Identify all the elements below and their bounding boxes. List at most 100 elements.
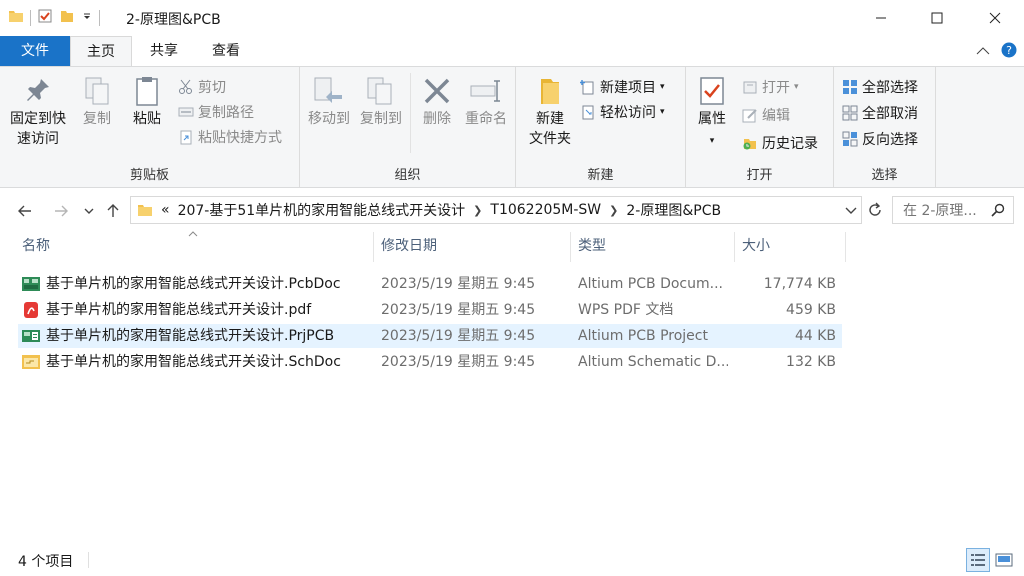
ribbon: 固定到快 速访问 复制 粘贴 剪切 复制路径 粘贴快捷方式 剪贴板 移动到 复制… (0, 66, 1024, 188)
tab-home[interactable]: 主页 (70, 36, 132, 66)
select-all-label: 全部选择 (862, 80, 918, 96)
new-item-button[interactable]: 新建项目 ▾ (580, 77, 665, 97)
file-size: 132 KB (786, 354, 836, 370)
file-name-cell: 基于单片机的家用智能总线式开关设计.pdf (22, 298, 372, 322)
copy-to-button[interactable]: 复制到 (356, 73, 406, 129)
paste-shortcut-button[interactable]: 粘贴快捷方式 (178, 127, 282, 147)
file-date: 2023/5/19 星期五 9:45 (381, 354, 536, 370)
chevron-right-icon[interactable]: ❯ (473, 204, 482, 217)
refresh-button[interactable] (864, 199, 886, 221)
arrow-up-icon (107, 204, 119, 217)
address-bar[interactable]: « 207-基于51单片机的家用智能总线式开关设计 ❯ T1062205M-SW… (130, 196, 862, 224)
maximize-button[interactable] (914, 0, 960, 36)
history-button[interactable]: 历史记录 (742, 133, 818, 153)
file-date: 2023/5/19 星期五 9:45 (381, 302, 536, 318)
delete-button[interactable]: 删除 (416, 73, 458, 129)
column-header-size[interactable]: 大小 (742, 230, 842, 262)
easy-access-button[interactable]: 轻松访问 ▾ (580, 102, 665, 122)
column-divider[interactable] (845, 232, 846, 262)
select-none-button[interactable]: 全部取消 (842, 103, 918, 123)
file-name-cell: 基于单片机的家用智能总线式开关设计.PrjPCB (22, 324, 372, 348)
column-divider[interactable] (570, 232, 571, 262)
file-row[interactable]: 基于单片机的家用智能总线式开关设计.SchDoc 2023/5/19 星期五 9… (18, 350, 842, 374)
qat-divider (99, 10, 100, 26)
invert-selection-button[interactable]: 反向选择 (842, 129, 918, 149)
column-divider[interactable] (734, 232, 735, 262)
copy-path-button[interactable]: 复制路径 (178, 102, 254, 122)
history-icon (743, 139, 756, 150)
pin-label-line2: 速访问 (17, 131, 59, 147)
file-date: 2023/5/19 星期五 9:45 (381, 276, 536, 292)
address-history-dropdown[interactable] (845, 205, 857, 220)
column-divider[interactable] (373, 232, 374, 262)
file-row[interactable]: 基于单片机的家用智能总线式开关设计.pdf 2023/5/19 星期五 9:45… (18, 298, 842, 322)
copy-path-label: 复制路径 (198, 105, 254, 121)
invert-selection-icon (842, 131, 858, 147)
recent-locations-button[interactable] (78, 200, 100, 222)
open-button[interactable]: 打开 ▾ (742, 77, 799, 97)
rename-button[interactable]: 重命名 (460, 73, 512, 129)
back-button[interactable] (14, 200, 36, 222)
pin-label-line1: 固定到快 (10, 111, 66, 127)
tab-share[interactable]: 共享 (136, 36, 192, 66)
file-row[interactable]: 基于单片机的家用智能总线式开关设计.PcbDoc 2023/5/19 星期五 9… (18, 272, 842, 296)
file-name: 基于单片机的家用智能总线式开关设计.pdf (46, 302, 312, 318)
arrow-left-icon (18, 205, 31, 217)
file-type: WPS PDF 文档 (578, 302, 674, 318)
column-header-name[interactable]: 名称 (22, 230, 372, 262)
customize-qat-icon[interactable] (81, 10, 93, 26)
new-folder-label-line1: 新建 (536, 111, 564, 127)
search-icon[interactable] (991, 203, 1005, 221)
edit-button[interactable]: 编辑 (742, 105, 790, 125)
file-type: Altium PCB Project (578, 328, 708, 344)
move-to-button[interactable]: 移动到 (304, 73, 354, 129)
new-folder-qat-icon[interactable] (59, 8, 75, 28)
file-type: Altium Schematic D... (578, 354, 728, 370)
breadcrumb-item[interactable]: T1062205M-SW (490, 202, 601, 218)
scissors-icon (179, 79, 192, 94)
chevron-down-icon: ▾ (660, 82, 665, 92)
column-header-date[interactable]: 修改日期 (381, 230, 561, 262)
easy-access-label: 轻松访问 (600, 105, 656, 121)
copy-button[interactable]: 复制 (76, 73, 118, 129)
pdf-icon (24, 302, 38, 318)
select-none-label: 全部取消 (862, 106, 918, 122)
open-group-label: 打开 (746, 168, 773, 183)
edit-icon (742, 109, 757, 123)
pin-quick-access-button[interactable]: 固定到快 速访问 (4, 73, 72, 149)
breadcrumb-item[interactable]: 2-原理图&PCB (626, 200, 721, 220)
chevron-right-icon[interactable]: ❯ (609, 204, 618, 217)
paste-shortcut-label: 粘贴快捷方式 (198, 130, 282, 146)
select-all-button[interactable]: 全部选择 (842, 77, 918, 97)
search-input[interactable] (901, 198, 997, 224)
cut-button[interactable]: 剪切 (178, 77, 226, 97)
help-icon[interactable]: ? (1001, 42, 1017, 62)
details-view-button[interactable] (966, 548, 990, 572)
close-button[interactable] (972, 0, 1018, 36)
minimize-button[interactable] (858, 0, 904, 36)
large-icons-view-button[interactable] (992, 548, 1016, 572)
column-header-type[interactable]: 类型 (578, 230, 728, 262)
clipboard-group-label: 剪贴板 (129, 168, 169, 183)
breadcrumb-item[interactable]: 207-基于51单片机的家用智能总线式开关设计 (178, 200, 466, 220)
up-button[interactable] (102, 200, 124, 222)
breadcrumb-overflow[interactable]: « (161, 202, 170, 218)
properties-button[interactable]: 属性 ▾ (692, 73, 732, 151)
chevron-down-icon: ▾ (660, 107, 665, 117)
move-to-icon (314, 77, 342, 103)
tab-view[interactable]: 查看 (198, 36, 254, 66)
open-label: 打开 (762, 80, 790, 96)
refresh-icon (869, 202, 881, 216)
select-group-label: 选择 (871, 168, 898, 183)
paste-label: 粘贴 (133, 111, 161, 127)
quick-access-toolbar (8, 8, 100, 28)
properties-qat-icon[interactable] (37, 8, 53, 28)
new-folder-button[interactable]: 新建 文件夹 (522, 73, 578, 149)
collapse-ribbon-icon[interactable] (976, 45, 990, 60)
file-row[interactable]: 基于单片机的家用智能总线式开关设计.PrjPCB 2023/5/19 星期五 9… (18, 324, 842, 348)
move-to-label: 移动到 (308, 111, 350, 127)
tab-file[interactable]: 文件 (0, 36, 70, 66)
forward-button[interactable] (50, 200, 72, 222)
paste-button[interactable]: 粘贴 (124, 73, 170, 129)
pcb-doc-icon (22, 277, 40, 291)
